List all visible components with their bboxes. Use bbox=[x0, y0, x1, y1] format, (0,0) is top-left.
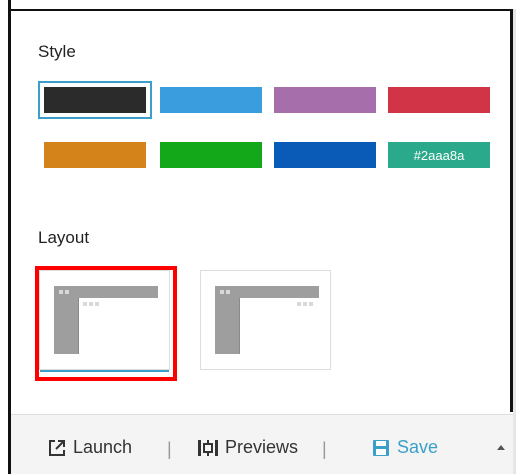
swatch-black[interactable] bbox=[44, 87, 146, 113]
previews-button[interactable]: Previews bbox=[197, 437, 298, 458]
window-dots-icon bbox=[59, 290, 69, 294]
floppy-disk-icon bbox=[373, 439, 389, 456]
style-layout-panel: Style #2aaa8a Layout Launch | Previews |… bbox=[0, 0, 516, 474]
save-label: Save bbox=[397, 437, 439, 457]
selected-underline bbox=[40, 370, 169, 372]
previews-label: Previews bbox=[225, 437, 299, 457]
swatch-green[interactable] bbox=[160, 142, 262, 168]
toolbar-separator: | bbox=[167, 439, 172, 459]
content-dots-icon bbox=[297, 302, 313, 306]
toolbar-separator: | bbox=[322, 439, 327, 459]
style-heading: Style bbox=[38, 42, 76, 61]
previews-icon bbox=[198, 439, 218, 456]
panel-top-border bbox=[8, 9, 516, 11]
layout-thumbnail bbox=[54, 286, 158, 354]
panel-left-border bbox=[8, 0, 11, 474]
swatch-red[interactable] bbox=[388, 87, 490, 113]
swatch-orange[interactable] bbox=[44, 142, 146, 168]
layout-content-area bbox=[78, 298, 158, 354]
swatch-blue[interactable] bbox=[160, 87, 262, 113]
layout-heading: Layout bbox=[38, 228, 90, 247]
launch-button[interactable]: Launch bbox=[47, 437, 132, 458]
layout-option-sidebar-full[interactable] bbox=[39, 270, 170, 372]
window-dots-icon bbox=[220, 290, 230, 294]
bottom-toolbar: Launch | Previews | Save bbox=[11, 414, 513, 474]
swatch-purple[interactable] bbox=[274, 87, 376, 113]
content-dots-icon bbox=[83, 302, 99, 306]
swatch-dark-blue[interactable] bbox=[274, 142, 376, 168]
save-button[interactable]: Save bbox=[371, 437, 438, 458]
layout-option-sidebar-header[interactable] bbox=[200, 270, 331, 370]
panel-right-border bbox=[510, 9, 513, 412]
swatch-teal[interactable]: #2aaa8a bbox=[388, 142, 490, 168]
external-link-icon bbox=[49, 439, 65, 456]
layout-thumbnail bbox=[215, 286, 319, 354]
layout-content-area bbox=[239, 298, 319, 354]
swatch-teal-label: #2aaa8a bbox=[413, 147, 465, 163]
caret-up-icon[interactable] bbox=[496, 443, 506, 451]
launch-label: Launch bbox=[73, 437, 133, 457]
